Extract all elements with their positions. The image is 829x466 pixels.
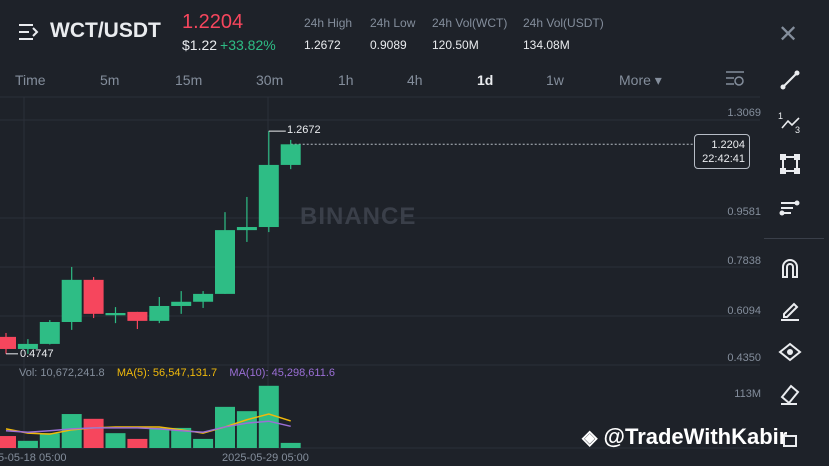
- horizontal-lines-icon[interactable]: [778, 196, 802, 220]
- price-axis-label: 0.6094: [727, 305, 761, 317]
- volume-bar: [39, 433, 60, 448]
- candle-body: [236, 227, 257, 231]
- price-axis-label: 0.4350: [727, 352, 761, 364]
- volume-bar: [127, 438, 148, 448]
- candle-body: [171, 301, 192, 306]
- marker-price: 1.2204: [711, 139, 745, 151]
- candle-body: [193, 293, 214, 302]
- x-axis-label: 5-05-18 05:00: [0, 452, 67, 464]
- ma10-value: MA(10): 45,298,611.6: [229, 367, 335, 379]
- credit-watermark: ◈ @TradeWithKabir: [582, 424, 787, 450]
- x-axis-label: 2025-05-29 05:00: [222, 452, 309, 464]
- eye-icon[interactable]: [778, 340, 802, 364]
- volume-legend: Vol: 10,672,241.8 MA(5): 56,547,131.7 MA…: [19, 367, 335, 379]
- high-label: 1.2672: [287, 124, 321, 136]
- svg-text:1: 1: [778, 111, 783, 121]
- candle-body: [280, 144, 301, 165]
- eraser-icon[interactable]: [778, 382, 802, 406]
- fibonacci-icon[interactable]: 13: [778, 110, 802, 135]
- candle-body: [149, 305, 170, 321]
- volume-bar: [193, 438, 214, 448]
- volume-bar: [17, 440, 38, 448]
- price-chart[interactable]: [0, 0, 760, 466]
- low-label: 0.4747: [20, 348, 54, 360]
- vol-value: Vol: 10,672,241.8: [19, 367, 105, 379]
- volume-bar: [280, 442, 301, 448]
- candle-body: [83, 279, 104, 314]
- svg-text:3: 3: [795, 125, 800, 134]
- marker-countdown: 22:42:41: [702, 153, 745, 165]
- trend-line-icon[interactable]: [778, 68, 802, 92]
- candle-body: [258, 164, 279, 228]
- price-axis-label: 1.3069: [727, 107, 761, 119]
- volume-bar: [149, 427, 170, 448]
- candle-body: [215, 230, 235, 294]
- candle-body: [0, 336, 16, 349]
- ma5-value: MA(5): 56,547,131.7: [116, 367, 218, 379]
- magnet-icon[interactable]: [778, 256, 802, 280]
- candle-body: [39, 321, 60, 344]
- rectangle-icon[interactable]: [778, 152, 802, 176]
- price-axis-label: 0.7838: [727, 255, 761, 267]
- candle-body: [127, 311, 148, 321]
- last-price-marker: 1.2204 22:42:41: [694, 134, 750, 169]
- toolbar-divider: [764, 238, 824, 239]
- binance-watermark: BINANCE: [300, 203, 417, 230]
- volume-axis-label: 113M: [734, 388, 761, 400]
- volume-bar: [0, 436, 16, 448]
- pencil-icon[interactable]: [778, 298, 802, 322]
- credit-text: @TradeWithKabir: [603, 424, 788, 449]
- volume-bar: [236, 411, 257, 448]
- close-icon[interactable]: ✕: [778, 20, 798, 49]
- volume-bar: [105, 433, 126, 448]
- candle-body: [61, 279, 82, 322]
- candle-body: [105, 313, 126, 316]
- price-axis-label: 0.9581: [727, 206, 761, 218]
- volume-bar: [83, 418, 104, 448]
- drawing-toolbar: 13: [764, 60, 829, 466]
- binance-logo-icon: ◈: [582, 427, 598, 449]
